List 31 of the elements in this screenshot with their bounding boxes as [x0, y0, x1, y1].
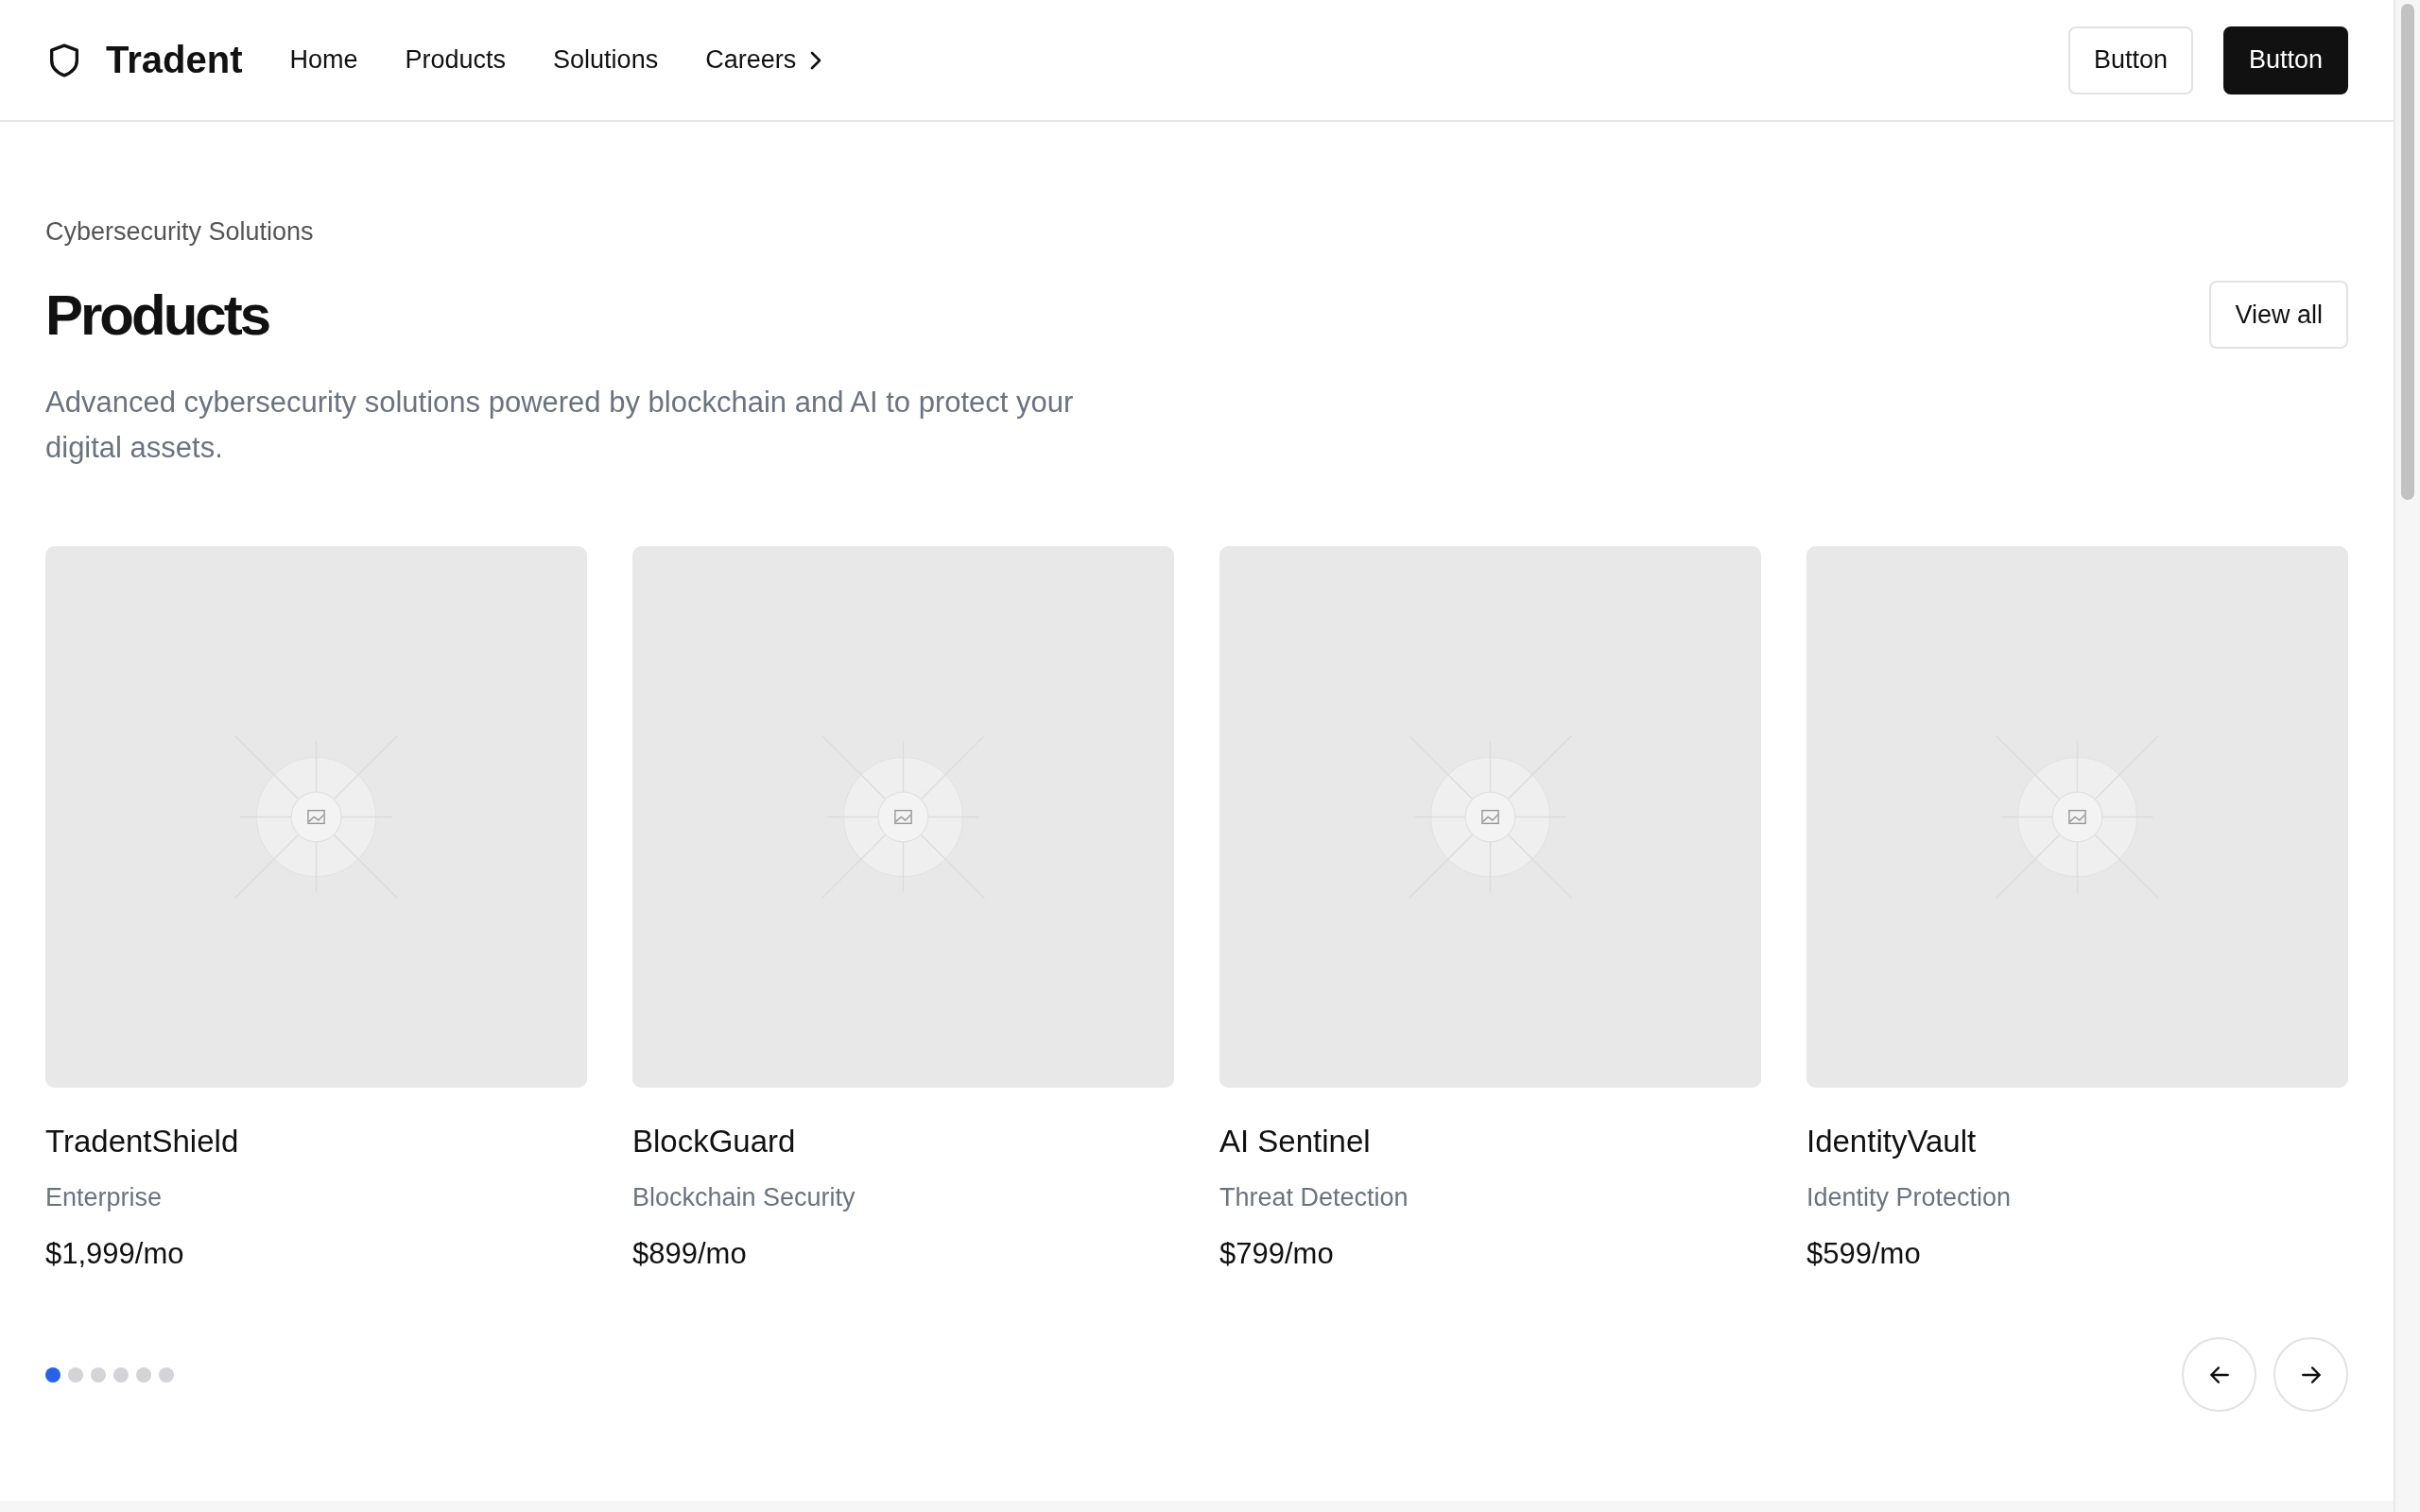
pagination-dot[interactable]	[68, 1366, 83, 1383]
nav-link[interactable]: Products	[405, 45, 507, 75]
product-name: IdentityVault	[1806, 1124, 1978, 1160]
header-button[interactable]: Button	[2222, 26, 2348, 94]
product-name: BlockGuard	[632, 1124, 797, 1160]
pagination-dot[interactable]	[136, 1366, 151, 1383]
nav-link[interactable]: Home	[289, 45, 358, 75]
section-title: Products	[45, 282, 269, 348]
product-price: $599/mo	[1806, 1237, 1922, 1271]
nav-link[interactable]: Careers	[705, 45, 823, 75]
brand-name: Tradent	[106, 39, 243, 81]
pagination-dot[interactable]	[159, 1366, 174, 1383]
pagination-dot[interactable]	[113, 1366, 129, 1383]
product-price: $799/mo	[1219, 1237, 1335, 1271]
section-description: Advanced cybersecurity solutions powered by blockchain and AI to protect your digital assets.	[45, 385, 1075, 466]
view-all-button[interactable]: View all	[2209, 281, 2348, 349]
pagination-dot[interactable]	[91, 1366, 106, 1383]
product-name: TradentShield	[45, 1124, 240, 1160]
nav-link[interactable]: Solutions	[553, 45, 659, 75]
product-name: AI Sentinel	[1219, 1124, 1372, 1160]
chevron-right-icon	[809, 49, 823, 71]
scrollbar[interactable]	[2394, 0, 2420, 1512]
pagination-dot[interactable]	[45, 1366, 60, 1383]
product-category: Identity Protection	[1806, 1183, 2013, 1212]
product-category: Threat Detection	[1219, 1183, 1409, 1212]
product-category: Enterprise	[45, 1183, 164, 1212]
section-eyebrow: Cybersecurity Solutions	[45, 217, 315, 247]
product-price: $899/mo	[632, 1237, 748, 1271]
product-price: $1,999/mo	[45, 1237, 185, 1271]
product-category: Blockchain Security	[632, 1183, 856, 1212]
header-button[interactable]: Button	[2067, 26, 2193, 94]
